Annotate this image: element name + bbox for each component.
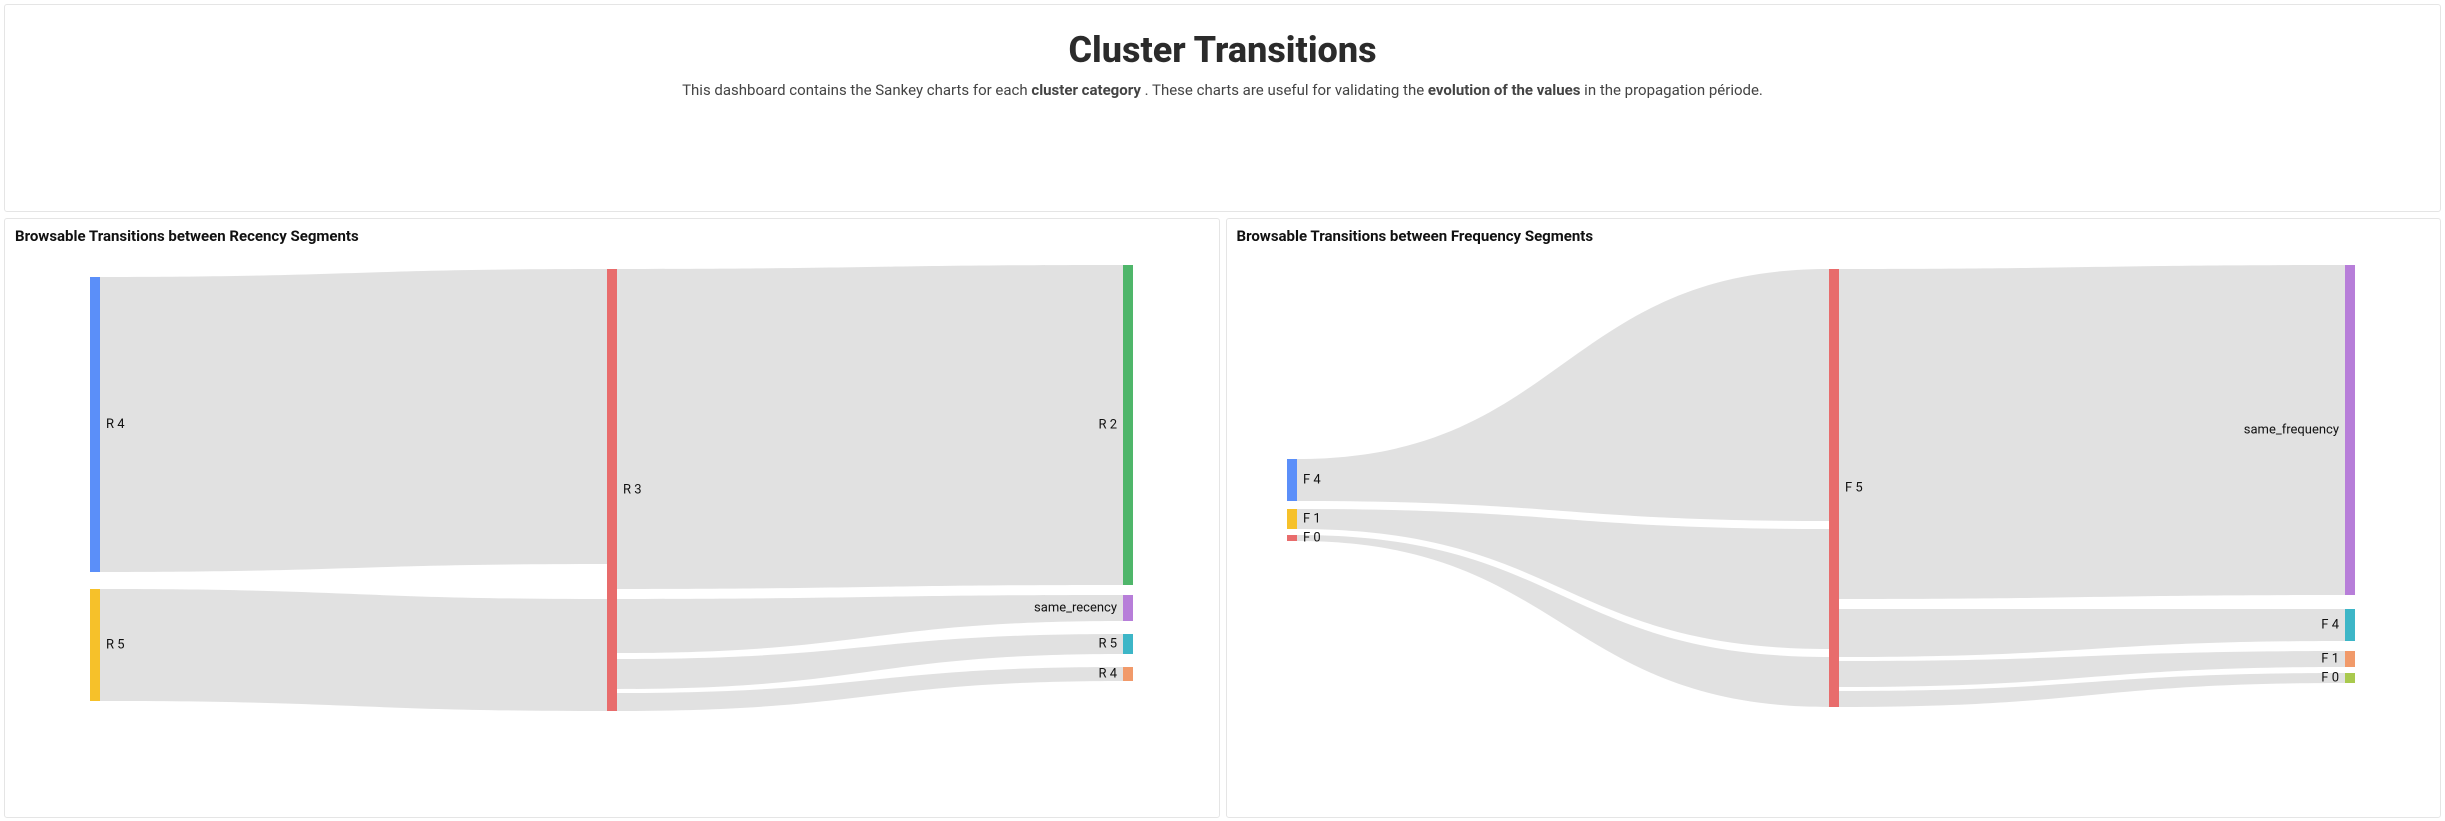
sankey-node[interactable] (90, 277, 100, 572)
sankey-node[interactable] (607, 269, 617, 711)
sankey-node-label: F 0 (2321, 670, 2339, 685)
chart-card-frequency: Browsable Transitions between Frequency … (1226, 218, 2442, 818)
sankey-flow[interactable] (1839, 609, 2345, 657)
sankey-flow[interactable] (617, 265, 1123, 589)
chart-title-recency: Browsable Transitions between Recency Se… (15, 227, 1209, 245)
sankey-node[interactable] (2345, 609, 2355, 641)
sankey-node-label: R 2 (1098, 417, 1117, 432)
sankey-node-label: R 4 (1098, 666, 1117, 681)
subtitle-text: This dashboard contains the Sankey chart… (682, 81, 1031, 99)
sankey-flow[interactable] (1297, 509, 1829, 649)
chart-title-frequency: Browsable Transitions between Frequency … (1237, 227, 2431, 245)
sankey-flow[interactable] (1297, 269, 1829, 521)
sankey-chart-frequency[interactable]: F 4 F 1 F 0 F 5 same_frequency F 4 F 1 F 0 (1237, 249, 2427, 719)
subtitle-bold: evolution of the values (1428, 81, 1581, 99)
sankey-node[interactable] (1123, 265, 1133, 585)
sankey-flow[interactable] (100, 269, 607, 572)
dashboard-page: Cluster Transitions This dashboard conta… (0, 0, 2445, 821)
sankey-node[interactable] (1123, 595, 1133, 621)
sankey-node-label: F 0 (1303, 530, 1321, 545)
sankey-node[interactable] (1287, 535, 1297, 541)
header-card: Cluster Transitions This dashboard conta… (4, 4, 2441, 212)
sankey-node[interactable] (1829, 269, 1839, 707)
sankey-node[interactable] (1123, 634, 1133, 654)
chart-card-recency: Browsable Transitions between Recency Se… (4, 218, 1220, 818)
sankey-node-label: F 1 (1303, 511, 1321, 526)
sankey-links (1297, 265, 2345, 707)
sankey-node[interactable] (2345, 651, 2355, 667)
sankey-node-label: F 4 (2321, 617, 2339, 632)
sankey-node[interactable] (1123, 667, 1133, 681)
subtitle-bold: cluster category (1031, 81, 1141, 99)
page-subtitle: This dashboard contains the Sankey chart… (5, 81, 2440, 99)
sankey-node-label: R 5 (1098, 636, 1117, 651)
charts-row: Browsable Transitions between Recency Se… (4, 218, 2441, 818)
page-title: Cluster Transitions (5, 29, 2440, 71)
sankey-node-label: R 5 (106, 637, 125, 652)
sankey-node[interactable] (90, 589, 100, 701)
subtitle-text: in the propagation période. (1580, 81, 1762, 99)
subtitle-text: . These charts are useful for validating… (1141, 81, 1428, 99)
sankey-node-label: same_frequency (2243, 422, 2338, 437)
sankey-node-label: F 1 (2321, 651, 2339, 666)
sankey-node-label: F 4 (1303, 472, 1321, 487)
sankey-node-label: R 4 (106, 417, 125, 432)
sankey-node[interactable] (2345, 673, 2355, 683)
sankey-node-label: same_recency (1034, 600, 1117, 615)
sankey-node[interactable] (2345, 265, 2355, 595)
sankey-flow[interactable] (100, 589, 607, 711)
sankey-node-label: R 3 (623, 482, 642, 497)
sankey-node[interactable] (1287, 459, 1297, 501)
sankey-node-label: F 5 (1845, 480, 1863, 495)
sankey-node[interactable] (1287, 509, 1297, 529)
sankey-chart-recency[interactable]: R 4 R 5 R 3 R 2 same_recency R 5 R 4 (15, 249, 1205, 719)
